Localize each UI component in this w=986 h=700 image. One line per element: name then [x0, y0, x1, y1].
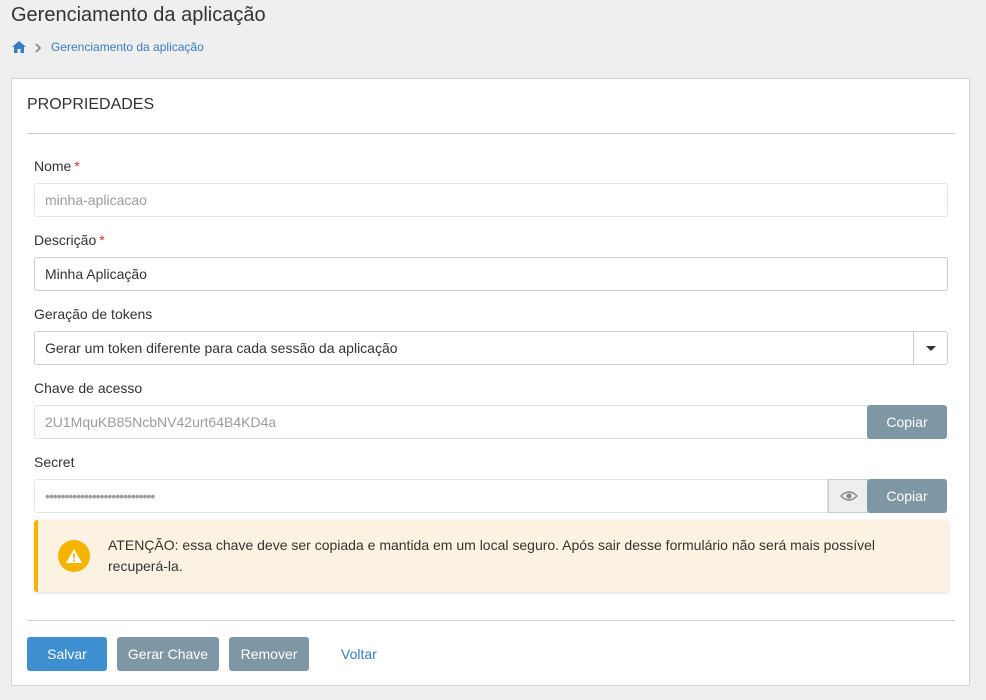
chevron-right-icon	[34, 42, 42, 53]
descricao-label: Descrição *	[34, 232, 105, 248]
geracao-tokens-label: Geração de tokens	[34, 306, 153, 322]
chave-acesso-input[interactable]	[34, 405, 868, 439]
panel-header: PROPRIEDADES	[27, 96, 155, 113]
back-link[interactable]: Voltar	[341, 644, 377, 664]
save-button[interactable]: Salvar	[27, 637, 107, 671]
generate-key-button[interactable]: Gerar Chave	[117, 637, 219, 671]
home-icon[interactable]	[12, 41, 26, 53]
descricao-input[interactable]	[34, 257, 948, 291]
copy-secret-button[interactable]: Copiar	[867, 479, 947, 513]
breadcrumb-item-gerenciamento[interactable]: Gerenciamento da aplicação	[51, 40, 204, 54]
warning-icon	[58, 540, 90, 572]
page-title: Gerenciamento da aplicação	[11, 4, 266, 26]
required-marker: *	[99, 232, 105, 248]
properties-panel: PROPRIEDADES Nome* Descrição* Geração de…	[11, 78, 970, 686]
geracao-tokens-selected: Gerar um token diferente para cada sessã…	[45, 340, 398, 356]
eye-icon	[839, 491, 858, 501]
required-marker: *	[74, 158, 80, 174]
nome-label: Nome *	[34, 158, 80, 174]
divider	[27, 620, 955, 621]
secret-label: Secret	[34, 454, 75, 470]
copy-access-key-button[interactable]: Copiar	[867, 405, 947, 439]
geracao-tokens-select[interactable]: Gerar um token diferente para cada sessã…	[34, 331, 948, 365]
secret-input[interactable]	[34, 479, 828, 513]
caret-down-icon	[925, 345, 936, 351]
toggle-secret-visibility-button[interactable]	[828, 479, 868, 513]
warning-text: ATENÇÃO: essa chave deve ser copiada e m…	[108, 537, 875, 574]
chave-acesso-label: Chave de acesso	[34, 380, 143, 396]
remove-button[interactable]: Remover	[229, 637, 309, 671]
warning-alert: ATENÇÃO: essa chave deve ser copiada e m…	[34, 520, 949, 592]
nome-input[interactable]	[34, 183, 948, 217]
breadcrumb: Gerenciamento da aplicação	[12, 40, 204, 54]
divider	[27, 133, 955, 134]
dropdown-toggle[interactable]	[913, 332, 947, 364]
